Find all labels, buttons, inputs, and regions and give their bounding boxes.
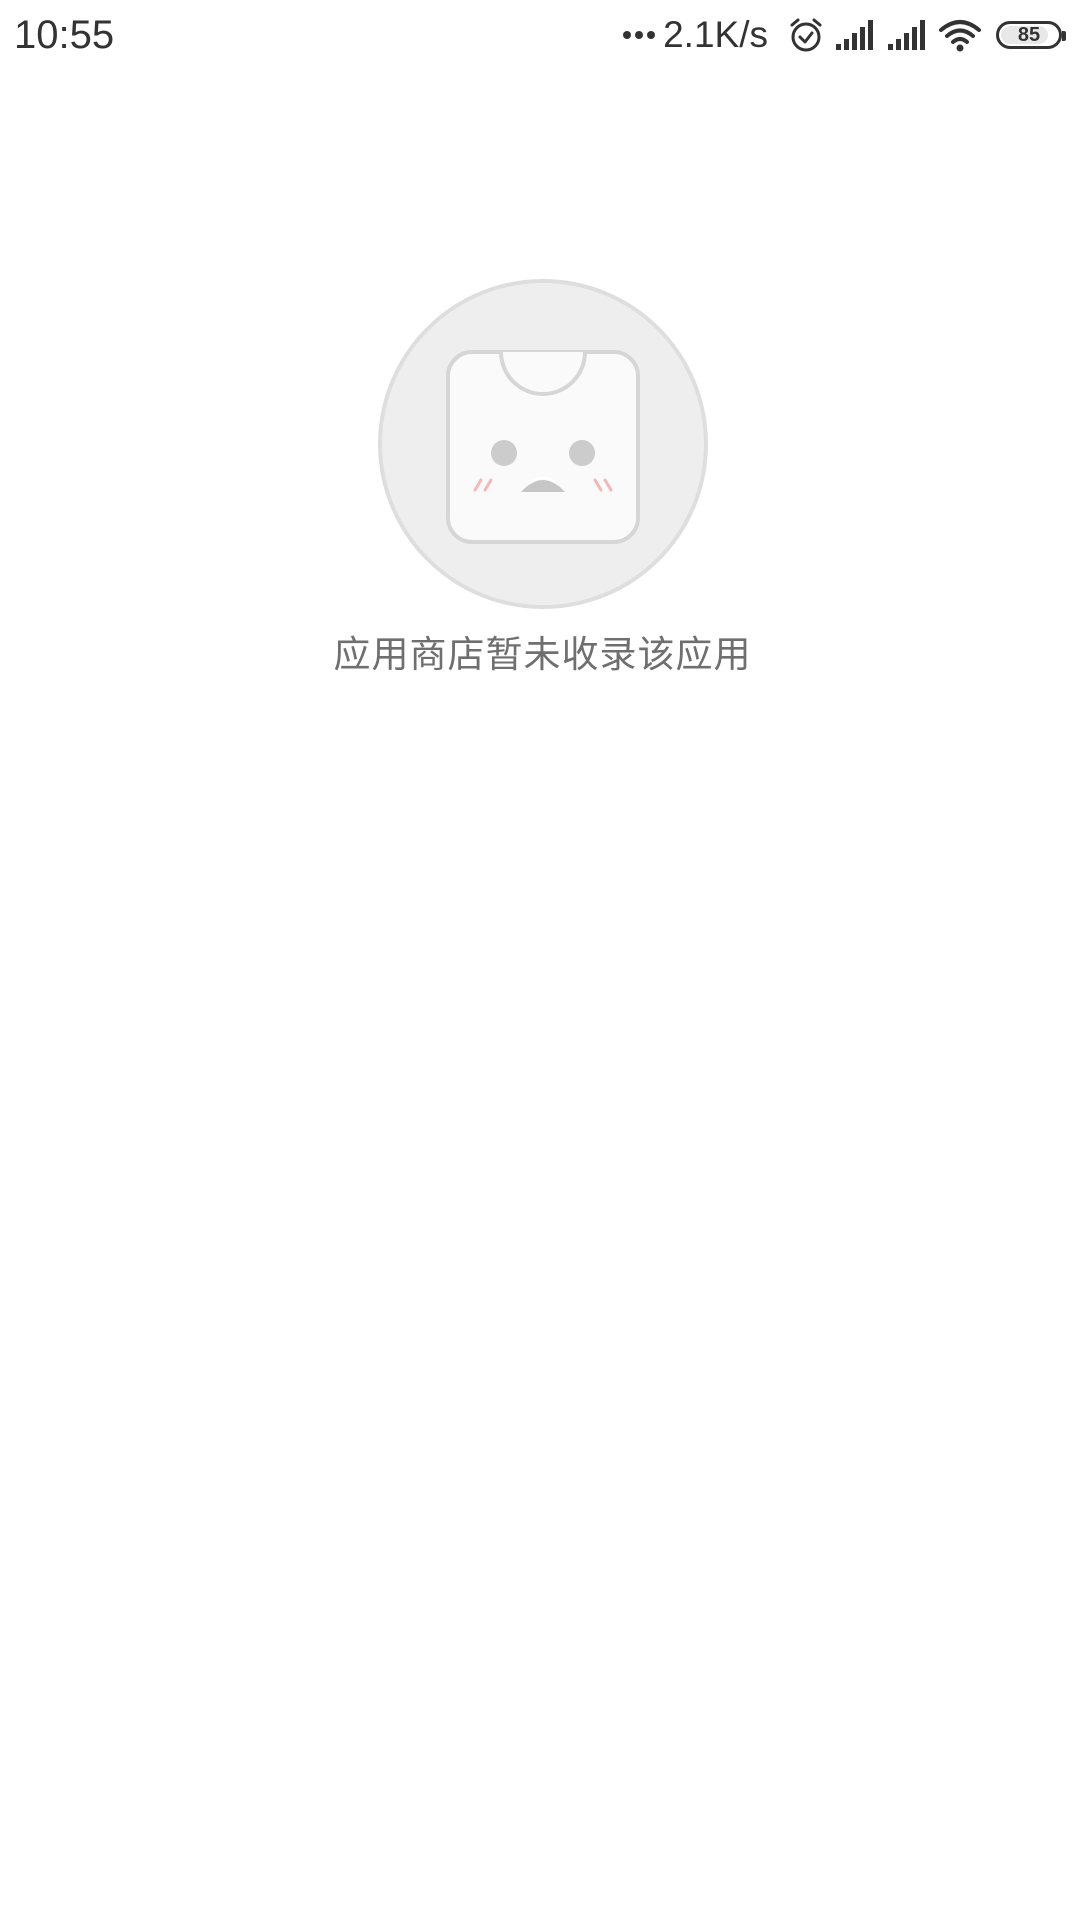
network-speed: 2.1K/s bbox=[663, 14, 768, 55]
more-dots-icon bbox=[623, 31, 659, 39]
battery-level: 85 bbox=[1017, 24, 1041, 46]
status-clock: 10:55 bbox=[14, 13, 115, 57]
wifi-icon bbox=[939, 20, 981, 52]
signal-icon bbox=[836, 20, 873, 50]
empty-state: 应用商店暂未收录该应用 bbox=[0, 278, 1080, 680]
sad-app-store-bag-icon bbox=[377, 279, 708, 609]
signal-icon-2 bbox=[888, 20, 925, 50]
battery-icon: 85 bbox=[996, 21, 1066, 49]
status-icons: 2.1K/s 85 bbox=[623, 12, 1066, 58]
status-bar: 10:55 2.1K/s 85 bbox=[0, 0, 1080, 70]
alarm-icon bbox=[790, 18, 822, 52]
empty-state-message: 应用商店暂未收录该应用 bbox=[333, 633, 752, 676]
